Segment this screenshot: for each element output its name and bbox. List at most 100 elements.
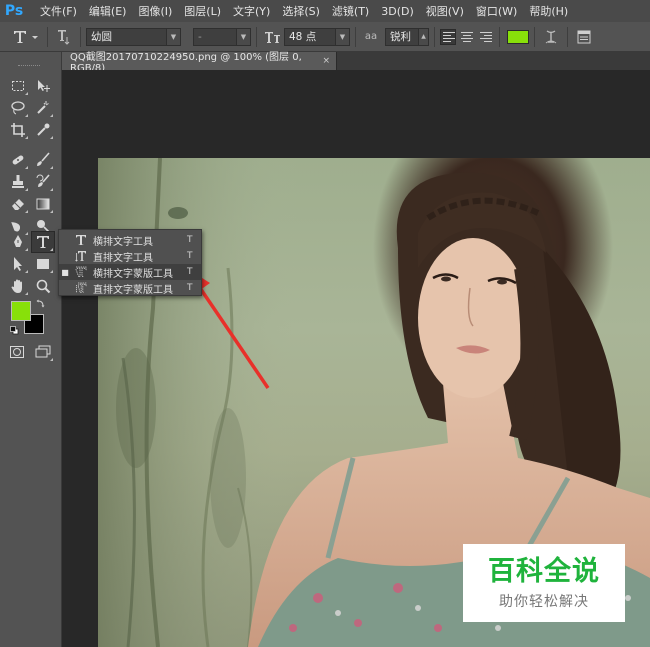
brush-tool[interactable] <box>32 150 54 170</box>
pen-tool[interactable] <box>7 232 29 252</box>
menu-type[interactable]: 文字(Y) <box>227 3 276 19</box>
quick-selection-tool[interactable] <box>32 98 54 118</box>
photoshop-logo: Ps <box>4 3 24 19</box>
swap-colors-icon[interactable] <box>36 298 46 308</box>
menu-layer[interactable]: 图层(L) <box>178 3 227 19</box>
vertical-type-mask-icon <box>71 282 91 294</box>
menu-window[interactable]: 窗口(W) <box>470 3 523 19</box>
screen-mode-button[interactable] <box>32 342 54 362</box>
hand-tool[interactable] <box>7 276 29 296</box>
menu-filter[interactable]: 滤镜(T) <box>326 3 375 19</box>
document-tab-bar: QQ截图20170710224950.png @ 100% (图层 0, RGB… <box>62 52 650 74</box>
magnifier-icon <box>36 279 51 294</box>
menu-3d[interactable]: 3D(D) <box>375 5 420 18</box>
healing-brush-tool[interactable] <box>7 150 29 170</box>
align-center-button[interactable] <box>459 29 475 45</box>
screen-mode-icon <box>35 345 51 358</box>
panels-icon <box>577 30 591 43</box>
rectangle-tool[interactable] <box>32 254 54 274</box>
tool-preset-picker[interactable] <box>8 26 42 48</box>
chevron-down-icon: ▼ <box>236 28 250 45</box>
font-size-value: 48 点 <box>289 31 317 43</box>
flyout-item-horizontal-type[interactable]: 横排文字工具 T <box>59 232 201 248</box>
default-colors-icon[interactable] <box>10 325 19 335</box>
shortcut-key: T <box>187 235 193 245</box>
eraser-tool[interactable] <box>7 194 29 214</box>
type-icon <box>37 236 49 248</box>
flyout-item-vertical-type[interactable]: 直排文字工具 T <box>59 248 201 264</box>
menu-file[interactable]: 文件(F) <box>34 3 83 19</box>
type-tools-flyout: 横排文字工具 T 直排文字工具 T ■ 横排文字蒙版工具 T 直排文字蒙版工具 … <box>58 229 202 296</box>
eyedropper-icon <box>37 123 50 136</box>
font-family-value: 幼圆 <box>91 31 112 43</box>
bandage-icon <box>12 155 24 165</box>
separator <box>355 26 356 47</box>
chevron-updown-icon: ▲ <box>418 28 428 45</box>
antialias-label: aa <box>364 31 378 42</box>
gradient-tool[interactable] <box>32 194 54 214</box>
document-tab[interactable]: QQ截图20170710224950.png @ 100% (图层 0, RGB… <box>62 52 337 74</box>
tools-panel <box>0 52 62 647</box>
flyout-item-label: 横排文字工具 <box>93 236 153 248</box>
watermark-subtitle: 助你轻松解决 <box>499 593 589 610</box>
rectangle-icon <box>37 259 49 269</box>
watermark-title: 百科全说 <box>488 555 600 587</box>
vertical-type-icon <box>71 250 91 262</box>
flyout-item-horizontal-type-mask[interactable]: ■ 横排文字蒙版工具 T <box>59 264 201 280</box>
crop-tool[interactable] <box>7 120 29 140</box>
stamp-icon <box>12 175 24 188</box>
warp-text-button[interactable] <box>540 26 562 48</box>
clone-stamp-tool[interactable] <box>7 172 29 192</box>
warp-text-icon <box>545 29 557 43</box>
separator <box>80 26 81 47</box>
character-panel-button[interactable] <box>573 26 595 48</box>
eraser-icon <box>12 199 24 210</box>
quick-mask-icon <box>10 346 24 358</box>
menu-edit[interactable]: 编辑(E) <box>83 3 133 19</box>
antialias-value: 锐利 <box>390 31 411 43</box>
shortcut-key: T <box>187 283 193 293</box>
zoom-tool[interactable] <box>32 276 54 296</box>
antialias-select[interactable]: 锐利 ▲ <box>385 27 429 46</box>
separator <box>256 26 257 47</box>
text-orientation-icon <box>58 29 70 45</box>
flyout-item-label: 直排文字工具 <box>93 252 153 264</box>
font-style-select[interactable]: - ▼ <box>193 27 251 46</box>
horizontal-type-icon <box>71 234 91 246</box>
foreground-color-swatch[interactable] <box>11 301 31 321</box>
flyout-item-vertical-type-mask[interactable]: 直排文字蒙版工具 T <box>59 280 201 296</box>
marquee-tool[interactable] <box>7 76 29 96</box>
panel-grip[interactable] <box>18 65 40 67</box>
font-size-select[interactable]: 48 点 ▼ <box>284 27 350 46</box>
quick-mask-button[interactable] <box>6 342 28 362</box>
lasso-tool[interactable] <box>7 98 29 118</box>
path-selection-tool[interactable] <box>7 254 29 274</box>
selected-bullet-icon: ■ <box>61 267 69 277</box>
menu-help[interactable]: 帮助(H) <box>523 3 574 19</box>
align-left-button[interactable] <box>440 28 456 45</box>
hand-icon <box>11 279 22 293</box>
shortcut-key: T <box>187 267 193 277</box>
menu-image[interactable]: 图像(I) <box>132 3 178 19</box>
menu-select[interactable]: 选择(S) <box>276 3 326 19</box>
toggle-orientation-button[interactable] <box>53 26 75 48</box>
align-right-button[interactable] <box>478 29 494 45</box>
eyedropper-tool[interactable] <box>32 120 54 140</box>
history-brush-tool[interactable] <box>32 172 54 192</box>
font-family-select[interactable]: 幼圆 ▼ <box>86 27 181 46</box>
separator <box>47 26 48 47</box>
close-icon[interactable]: × <box>322 56 330 66</box>
flyout-item-label: 直排文字蒙版工具 <box>93 284 173 296</box>
watermark-logo: 百科全说 助你轻松解决 <box>463 544 625 622</box>
menu-view[interactable]: 视图(V) <box>420 3 470 19</box>
rect-marquee-icon <box>12 81 24 91</box>
menu-bar: Ps 文件(F) 编辑(E) 图像(I) 图层(L) 文字(Y) 选择(S) 滤… <box>0 0 650 22</box>
type-tool[interactable] <box>31 231 55 253</box>
text-color-swatch[interactable] <box>507 29 529 44</box>
move-icon <box>38 80 50 92</box>
font-size-icon <box>262 26 284 48</box>
history-brush-icon <box>36 174 50 187</box>
chevron-down-icon: ▼ <box>335 28 349 45</box>
shortcut-key: T <box>187 251 193 261</box>
move-tool[interactable] <box>32 76 54 96</box>
